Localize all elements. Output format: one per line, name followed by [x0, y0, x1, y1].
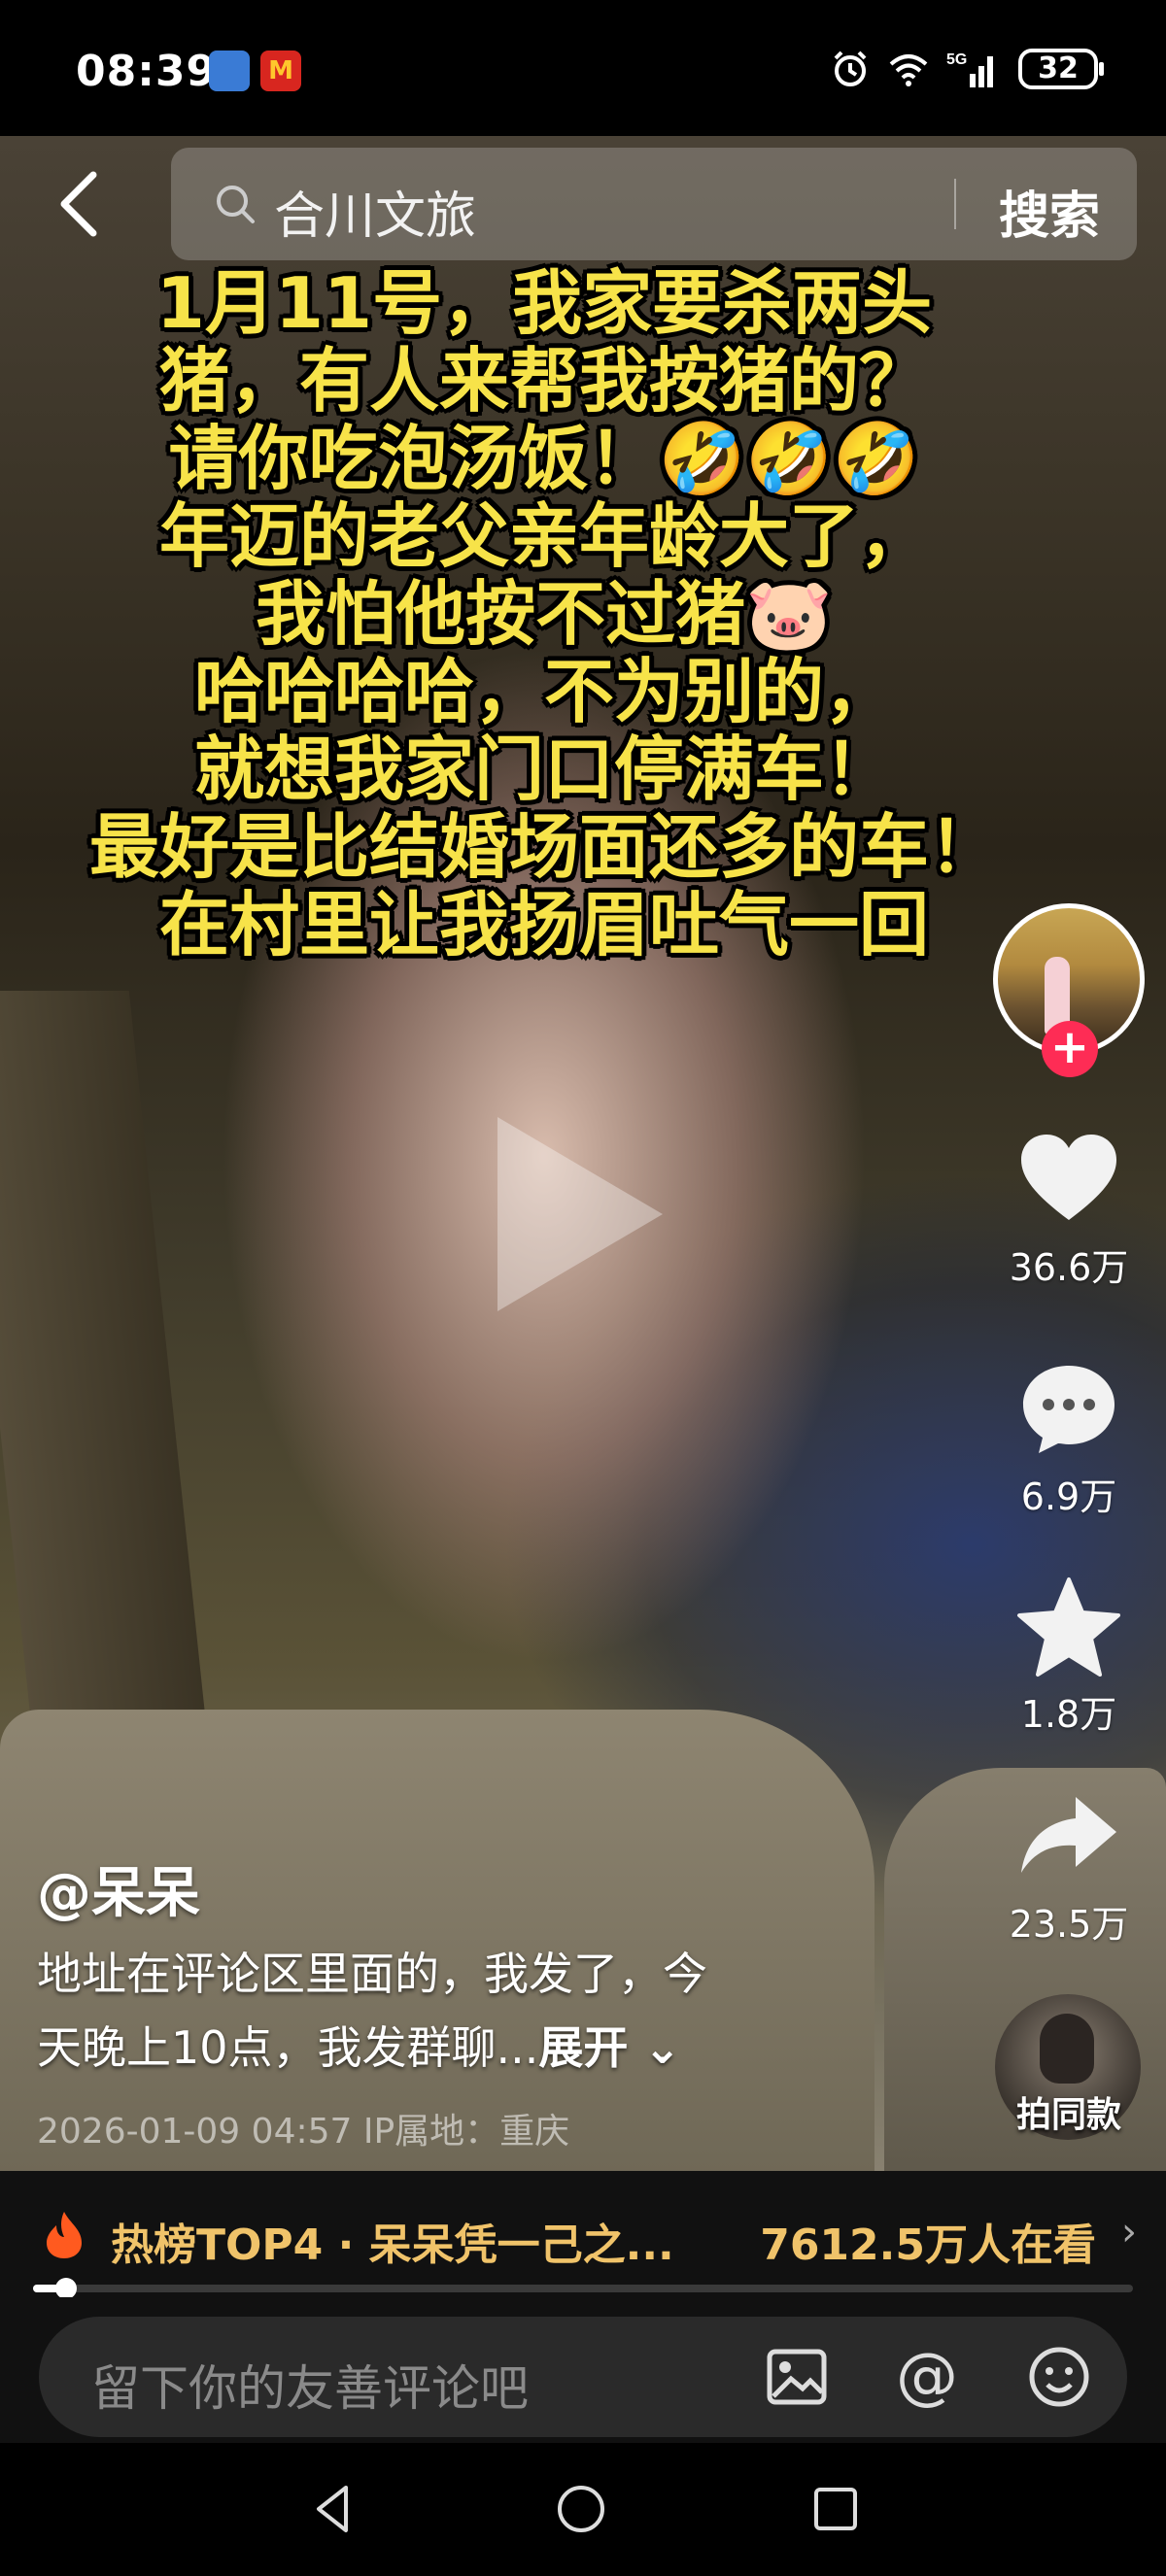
follow-plus-icon[interactable]: + [1042, 1021, 1098, 1077]
mention-at-icon[interactable]: @ [892, 2342, 962, 2412]
search-icon [217, 186, 255, 223]
share-arrow-icon [1021, 1797, 1116, 1873]
battery-indicator: 32 [1018, 49, 1104, 89]
nav-recent-apps-icon[interactable] [806, 2480, 865, 2538]
search-bar[interactable]: 合川文旅 搜索 [171, 148, 1137, 260]
search-divider [954, 179, 956, 229]
description-text: 天晚上10点，我发群聊... [37, 2021, 539, 2074]
share-button[interactable]: 23.5万 [991, 1783, 1147, 1948]
caption-line: 我怕他按不过猪🐷 [256, 573, 833, 655]
nav-back-icon[interactable] [305, 2480, 363, 2538]
comment-input[interactable]: 留下你的友善评论吧 @ [39, 2317, 1127, 2437]
alarm-icon [834, 51, 867, 86]
description-line: 地址在评论区里面的，我发了，今 [37, 1948, 707, 2000]
mcdonalds-badge-icon: M [260, 51, 301, 91]
heart-icon [1021, 1135, 1116, 1220]
image-icon[interactable] [762, 2342, 832, 2412]
comment-bubble-icon [1023, 1366, 1115, 1453]
like-count: 36.6万 [1009, 1246, 1129, 1289]
comment-count: 6.9万 [1020, 1475, 1117, 1518]
star-icon [1017, 1577, 1120, 1677]
video-progress-bar[interactable] [33, 2278, 1133, 2299]
expand-button[interactable]: 展开 ⌄ [538, 2021, 681, 2074]
system-nav-bar [0, 2443, 1166, 2576]
post-meta: 2026-01-09 04:57 IP属地：重庆 [37, 2112, 570, 2152]
network-type: 5G [946, 51, 967, 68]
search-input[interactable]: 合川文旅 [274, 175, 476, 248]
viewer-count: 7612.5万人在看 [760, 2220, 1096, 2270]
status-time: 08:39 [76, 47, 218, 96]
caption-line: 哈哈哈哈，不为别的， [193, 651, 894, 732]
back-arrow-icon[interactable] [47, 165, 115, 243]
caption-line: 最好是比结婚场面还多的车！ [88, 806, 999, 888]
signal-icon: 5G [946, 51, 993, 87]
nav-home-icon[interactable] [552, 2480, 610, 2538]
trending-title: 热榜TOP4 · 呆呆凭一己之... [111, 2220, 674, 2270]
comment-button[interactable]: 6.9万 [991, 1356, 1147, 1520]
caption-line: 就想我家门口停满车！ [193, 729, 894, 810]
comment-placeholder: 留下你的友善评论吧 [91, 2360, 529, 2417]
search-button[interactable]: 搜索 [999, 175, 1100, 248]
caption-line: 请你吃泡汤饭！🤣🤣🤣 [168, 418, 920, 499]
video-caption-overlay: 1月11号，我家要杀两头 猪，有人来帮我按猪的？ 请你吃泡汤饭！🤣🤣🤣 年迈的老… [19, 264, 1069, 964]
author-name[interactable]: @呆呆 [37, 1849, 200, 1928]
caption-line: 1月11号，我家要杀两头 [155, 262, 933, 344]
favorite-button[interactable]: 1.8万 [991, 1574, 1147, 1738]
comment-area: 留下你的友善评论吧 @ [0, 2297, 1166, 2443]
status-icons: 5G 32 [830, 49, 1104, 89]
progress-handle[interactable] [54, 2278, 77, 2299]
caption-line: 在村里让我扬眉吐气一回 [158, 884, 929, 966]
emoji-icon[interactable] [1024, 2342, 1094, 2412]
trending-bar[interactable]: 热榜TOP4 · 呆呆凭一己之... 7612.5万人在看 › [0, 2171, 1166, 2297]
status-bar: 08:39 M 5G 32 [0, 0, 1166, 136]
caption-line: 年迈的老父亲年龄大了， [158, 495, 929, 577]
fire-icon [47, 2212, 82, 2258]
app-market-badge-icon [209, 51, 250, 91]
favorite-count: 1.8万 [1020, 1693, 1117, 1736]
like-button[interactable]: 36.6万 [991, 1127, 1147, 1291]
same-style-figure [1040, 2014, 1094, 2084]
chevron-right-icon: › [1121, 2210, 1137, 2254]
same-style-button[interactable]: 拍同款 [1001, 2086, 1137, 2137]
description-line-2: 天晚上10点，我发群聊...展开 ⌄ [37, 2011, 873, 2085]
chevron-down-icon: ⌄ [628, 2021, 681, 2074]
share-count: 23.5万 [1009, 1903, 1129, 1946]
play-icon[interactable] [497, 1117, 663, 1311]
expand-label: 展开 [538, 2021, 629, 2074]
caption-line: 猪，有人来帮我按猪的？ [158, 340, 929, 422]
wifi-icon [889, 54, 928, 86]
post-description: 地址在评论区里面的，我发了，今 天晚上10点，我发群聊...展开 ⌄ [37, 1937, 873, 2085]
